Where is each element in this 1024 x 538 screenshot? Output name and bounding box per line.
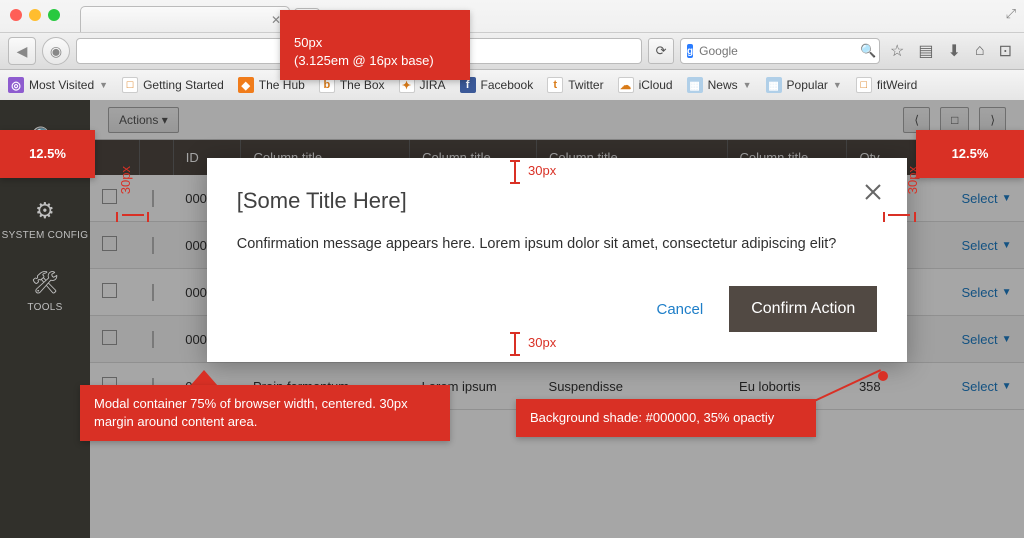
bookmark-label: iCloud <box>639 78 673 92</box>
search-icon[interactable]: 🔍 <box>860 43 876 59</box>
star-icon[interactable]: ☆ <box>886 41 908 61</box>
browser-tab[interactable]: ✕ <box>80 6 290 32</box>
bookmark-label: Popular <box>787 78 828 92</box>
bookmark-icon: □ <box>122 77 138 93</box>
annotation-shade-desc: Background shade: #000000, 35% opactiy <box>516 399 816 437</box>
bookmarks-bar: ◎Most Visited▼□Getting Started◆The HubbT… <box>0 70 1024 100</box>
modal-close-button[interactable] <box>863 182 883 205</box>
measure-pad-bottom: 30px <box>510 332 520 356</box>
feed-icon[interactable]: ⊡ <box>995 41 1016 61</box>
search-input[interactable] <box>699 44 854 58</box>
sidebar-item[interactable]: 🛠 TOOLS <box>0 256 90 328</box>
list-icon[interactable]: ▤ <box>914 41 937 61</box>
bookmark-item[interactable]: fFacebook <box>460 77 534 93</box>
bookmark-label: Most Visited <box>29 78 94 92</box>
annotation-dot <box>878 371 888 381</box>
bookmark-label: Getting Started <box>143 78 224 92</box>
fullscreen-icon[interactable]: ⤢ <box>1006 6 1016 22</box>
bookmark-label: News <box>708 78 738 92</box>
sidebar-item[interactable]: ⚙ SYSTEM CONFIG <box>0 184 90 256</box>
back-button[interactable]: ◀ <box>8 37 36 65</box>
browser-chrome: ✕ + ⤢ ◀ ◉ ⟳ g 🔍 ☆ ▤ ⬇ ⌂ ⊡ ◎Most Visited▼… <box>0 0 1024 100</box>
content-area: Actions ▾ ⟨ □ ⟩ IDColumn titleColumn tit… <box>90 100 1024 538</box>
sidebar-icon: 🛠 <box>31 270 59 296</box>
search-box[interactable]: g 🔍 <box>680 38 880 64</box>
bookmark-icon: ◆ <box>238 77 254 93</box>
bookmark-item[interactable]: ☁ iCloud <box>618 77 673 93</box>
sidebar-label: SYSTEM CONFIG <box>2 230 89 242</box>
bookmark-icon: ☁ <box>618 77 634 93</box>
bookmark-item[interactable]: ▦ Popular ▼ <box>766 77 842 93</box>
bookmark-icon: ◎ <box>8 77 24 93</box>
modal-title: [Some Title Here] <box>237 188 878 214</box>
bookmark-item[interactable]: □ fitWeird <box>856 77 917 93</box>
annotation-top-offset: 50px(3.125em @ 16px base) <box>280 10 470 80</box>
home-icon[interactable]: ⌂ <box>971 42 989 60</box>
globe-icon: ◉ <box>42 37 70 65</box>
bookmark-item[interactable]: t Twitter <box>547 77 603 93</box>
bookmark-icon: □ <box>856 77 872 93</box>
url-toolbar: ◀ ◉ ⟳ g 🔍 ☆ ▤ ⬇ ⌂ ⊡ <box>0 32 1024 70</box>
bookmark-item[interactable]: ◎ Most Visited ▼ <box>8 77 108 93</box>
annotation-left-margin: 12.5% <box>0 130 95 178</box>
download-icon[interactable]: ⬇ <box>944 41 965 61</box>
sidebar-icon: ⚙ <box>35 198 55 224</box>
bookmark-item[interactable]: ▦ News ▼ <box>687 77 752 93</box>
chevron-down-icon: ▼ <box>743 80 752 90</box>
bookmark-icon: ▦ <box>687 77 703 93</box>
close-window-icon[interactable] <box>10 9 22 21</box>
cancel-link[interactable]: Cancel <box>657 301 704 318</box>
bookmark-item[interactable]: □ Getting Started <box>122 77 224 93</box>
bookmark-icon: t <box>547 77 563 93</box>
sidebar-label: TOOLS <box>27 302 62 314</box>
modal-message: Confirmation message appears here. Lorem… <box>237 236 878 252</box>
annotation-modal-desc: Modal container 75% of browser width, ce… <box>80 385 450 441</box>
annotation-pointer <box>190 370 218 386</box>
measure-pad-right: 30px <box>883 210 916 225</box>
minimize-window-icon[interactable] <box>29 9 41 21</box>
reload-button[interactable]: ⟳ <box>648 38 674 64</box>
chevron-down-icon: ▼ <box>99 80 108 90</box>
modal-actions: Cancel Confirm Action <box>237 286 878 332</box>
chevron-down-icon: ▼ <box>833 80 842 90</box>
window-controls <box>10 9 60 21</box>
bookmark-label: Facebook <box>481 78 534 92</box>
annotation-right-margin: 12.5% <box>916 130 1024 178</box>
bookmark-label: fitWeird <box>877 78 917 92</box>
close-icon <box>863 182 883 202</box>
bookmark-icon: ▦ <box>766 77 782 93</box>
measure-pad-top: 30px <box>510 160 520 184</box>
app-area: 🔍SEARCH⚙SYSTEM CONFIG🛠TOOLS Actions ▾ ⟨ … <box>0 100 1024 538</box>
bookmark-label: Twitter <box>568 78 603 92</box>
confirm-button[interactable]: Confirm Action <box>729 286 877 332</box>
google-icon: g <box>687 44 693 58</box>
maximize-window-icon[interactable] <box>48 9 60 21</box>
measure-pad-left: 30px <box>116 210 149 225</box>
modal-dialog: [Some Title Here] Confirmation message a… <box>207 158 908 362</box>
